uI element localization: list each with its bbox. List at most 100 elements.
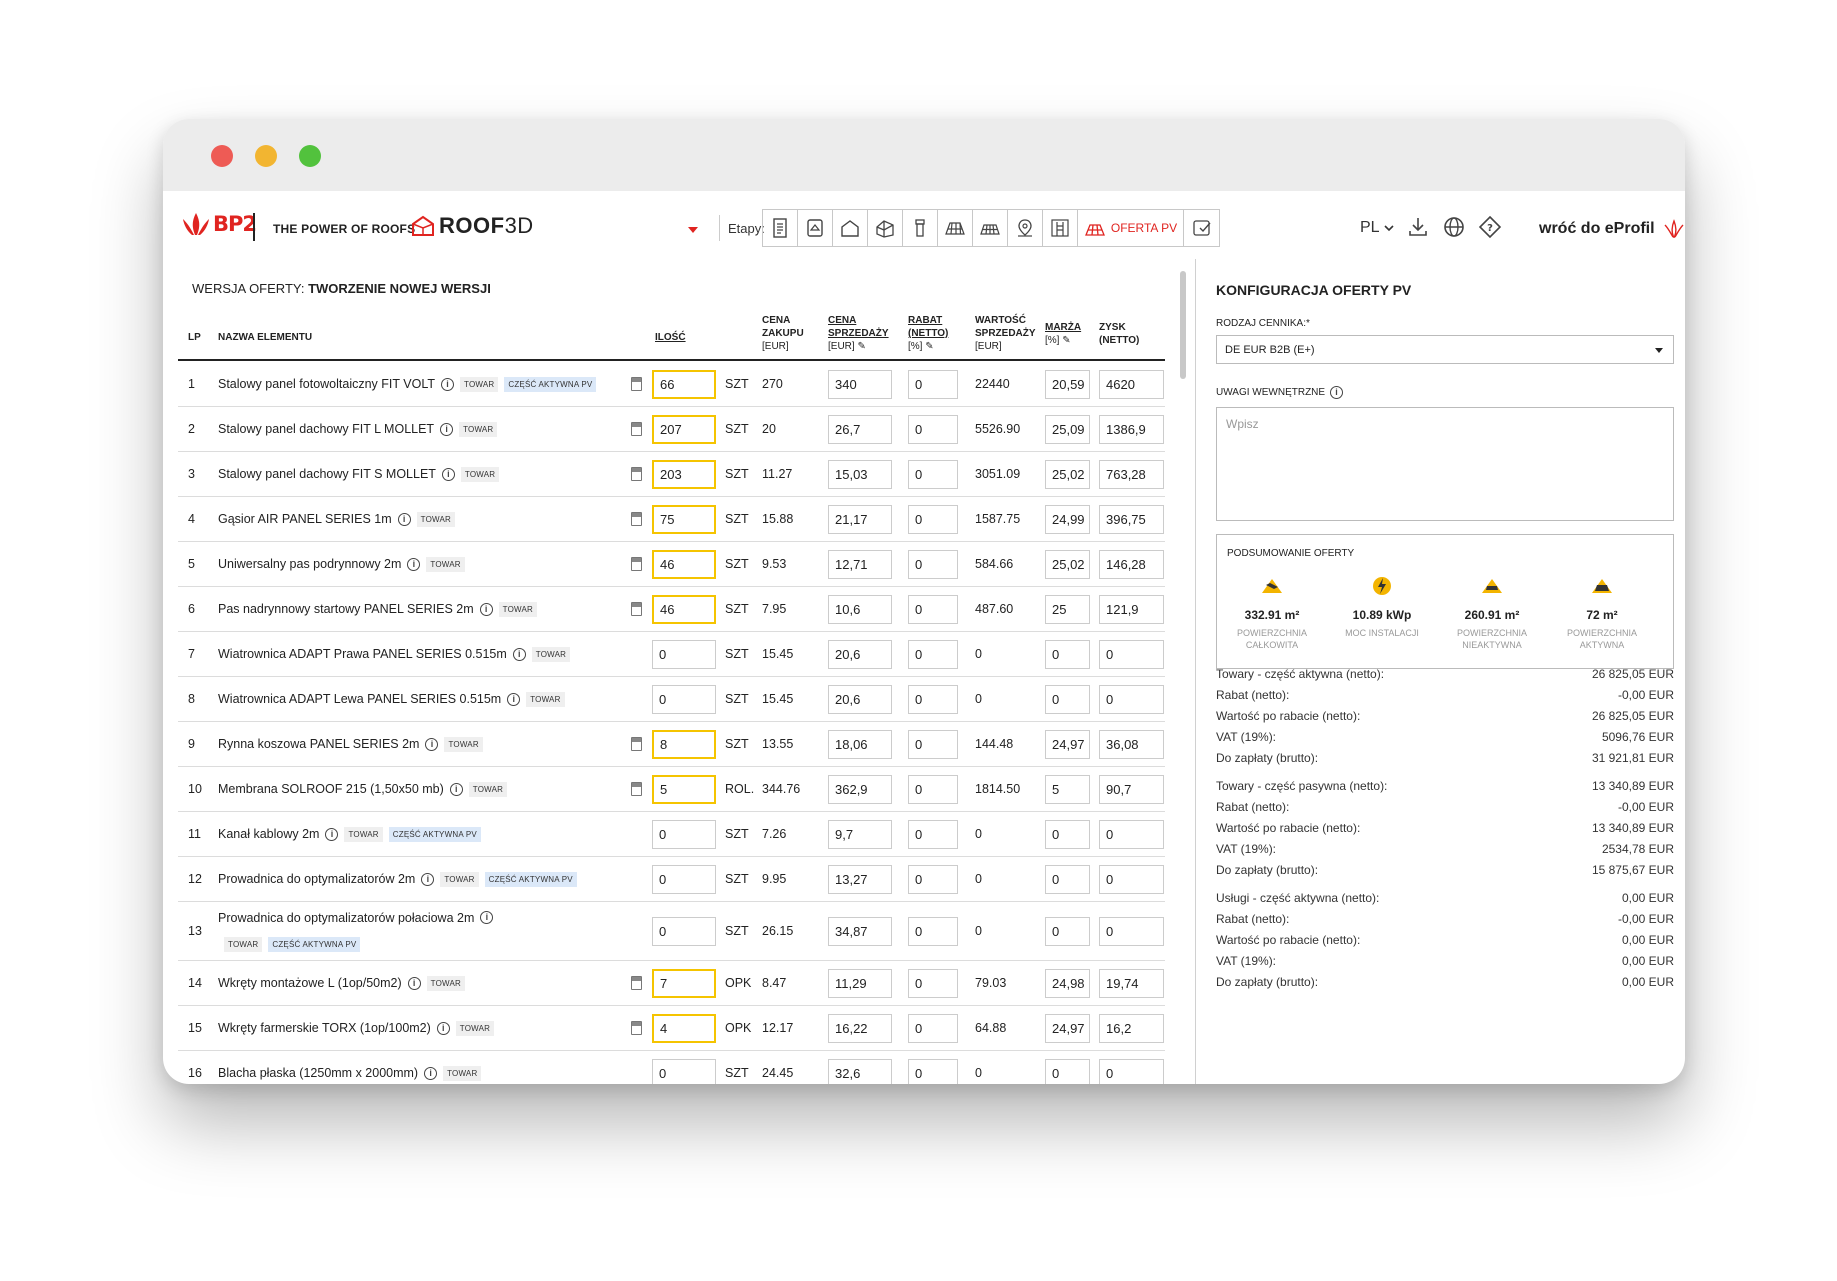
profit-input[interactable]: 0 <box>1099 864 1164 894</box>
col-discount[interactable]: RABAT (NETTO) [%] ✎ <box>908 314 948 353</box>
quantity-input[interactable]: 7 <box>652 968 716 998</box>
sale-price-input[interactable]: 21,17 <box>828 504 892 534</box>
table-scrollbar[interactable] <box>1179 259 1187 1084</box>
margin-input[interactable]: 0 <box>1045 1058 1090 1084</box>
quantity-input[interactable]: 0 <box>652 864 716 894</box>
sale-price-input[interactable]: 12,71 <box>828 549 892 579</box>
margin-input[interactable]: 25,02 <box>1045 459 1090 489</box>
stage-checklist-button[interactable] <box>1184 210 1219 246</box>
margin-input[interactable]: 0 <box>1045 916 1090 946</box>
sale-price-input[interactable]: 18,06 <box>828 729 892 759</box>
info-icon[interactable]: i <box>425 737 439 751</box>
discount-input[interactable]: 0 <box>908 1013 958 1043</box>
discount-input[interactable]: 0 <box>908 414 958 444</box>
discount-input[interactable]: 0 <box>908 819 958 849</box>
sale-price-input[interactable]: 10,6 <box>828 594 892 624</box>
sale-price-input[interactable]: 9,7 <box>828 819 892 849</box>
discount-input[interactable]: 0 <box>908 968 958 998</box>
margin-input[interactable]: 0 <box>1045 639 1090 669</box>
info-icon[interactable]: i <box>421 872 435 886</box>
info-icon[interactable]: i <box>325 827 339 841</box>
info-icon[interactable]: i <box>449 782 463 796</box>
profit-input[interactable]: 0 <box>1099 684 1164 714</box>
close-window-button[interactable] <box>211 145 233 167</box>
info-icon[interactable]: i <box>480 911 494 924</box>
quantity-input[interactable]: 46 <box>652 549 716 579</box>
sale-price-input[interactable]: 20,6 <box>828 639 892 669</box>
sale-price-input[interactable]: 11,29 <box>828 968 892 998</box>
discount-input[interactable]: 0 <box>908 549 958 579</box>
sale-price-input[interactable]: 16,22 <box>828 1013 892 1043</box>
calculator-icon[interactable] <box>631 377 642 391</box>
download-icon[interactable] <box>1406 215 1430 239</box>
stage-pv-panels-button[interactable] <box>973 210 1008 246</box>
calculator-icon[interactable] <box>631 602 642 616</box>
profit-input[interactable]: 146,28 <box>1099 549 1164 579</box>
globe-icon[interactable] <box>1442 215 1466 239</box>
bp2-logo[interactable]: BP2 <box>181 211 257 237</box>
discount-input[interactable]: 0 <box>908 864 958 894</box>
margin-input[interactable]: 24,98 <box>1045 968 1090 998</box>
info-icon[interactable]: i <box>441 467 455 481</box>
info-icon[interactable]: i <box>507 692 521 706</box>
profit-input[interactable]: 763,28 <box>1099 459 1164 489</box>
info-icon[interactable]: i <box>424 1066 438 1080</box>
quantity-input[interactable]: 0 <box>652 639 716 669</box>
col-qty[interactable]: ILOŚĆ <box>655 331 686 344</box>
discount-input[interactable]: 0 <box>908 1058 958 1084</box>
margin-input[interactable]: 5 <box>1045 774 1090 804</box>
discount-input[interactable]: 0 <box>908 459 958 489</box>
profit-input[interactable]: 121,9 <box>1099 594 1164 624</box>
maximize-window-button[interactable] <box>299 145 321 167</box>
stage-house-outline-button[interactable] <box>833 210 868 246</box>
profit-input[interactable]: 0 <box>1099 916 1164 946</box>
profit-input[interactable]: 4620 <box>1099 369 1164 399</box>
calculator-icon[interactable] <box>631 737 642 751</box>
quantity-input[interactable]: 8 <box>652 729 716 759</box>
profit-input[interactable]: 396,75 <box>1099 504 1164 534</box>
calculator-icon[interactable] <box>631 1021 642 1035</box>
calculator-icon[interactable] <box>631 512 642 526</box>
info-icon[interactable]: i <box>441 377 454 391</box>
info-icon[interactable]: i <box>436 1021 450 1035</box>
profit-input[interactable]: 1386,9 <box>1099 414 1164 444</box>
quantity-input[interactable]: 0 <box>652 819 716 849</box>
stage-pv-offer-button[interactable]: OFERTA PV <box>1078 210 1184 246</box>
profit-input[interactable]: 16,2 <box>1099 1013 1164 1043</box>
discount-input[interactable]: 0 <box>908 729 958 759</box>
sale-price-input[interactable]: 32,6 <box>828 1058 892 1084</box>
quantity-input[interactable]: 46 <box>652 594 716 624</box>
margin-input[interactable]: 0 <box>1045 864 1090 894</box>
profit-input[interactable]: 90,7 <box>1099 774 1164 804</box>
quantity-input[interactable]: 0 <box>652 916 716 946</box>
sale-price-input[interactable]: 26,7 <box>828 414 892 444</box>
calculator-icon[interactable] <box>631 782 642 796</box>
stage-document-button[interactable] <box>763 210 798 246</box>
stage-roof-panels-button[interactable] <box>938 210 973 246</box>
margin-input[interactable]: 25 <box>1045 594 1090 624</box>
sale-price-input[interactable]: 13,27 <box>828 864 892 894</box>
stage-house-3d-button[interactable] <box>868 210 903 246</box>
margin-input[interactable]: 24,97 <box>1045 1013 1090 1043</box>
calculator-icon[interactable] <box>631 422 642 436</box>
stage-ladder-button[interactable] <box>1043 210 1078 246</box>
discount-input[interactable]: 0 <box>908 774 958 804</box>
quantity-input[interactable]: 4 <box>652 1013 716 1043</box>
margin-input[interactable]: 25,09 <box>1045 414 1090 444</box>
discount-input[interactable]: 0 <box>908 639 958 669</box>
discount-input[interactable]: 0 <box>908 916 958 946</box>
calculator-icon[interactable] <box>631 467 642 481</box>
col-sell-price[interactable]: CENA SPRZEDAŻY [EUR] ✎ <box>828 314 889 353</box>
project-dropdown-chevron-icon[interactable] <box>688 227 698 233</box>
help-icon[interactable]: ? <box>1478 215 1502 239</box>
sale-price-input[interactable]: 340 <box>828 369 892 399</box>
sale-price-input[interactable]: 362,9 <box>828 774 892 804</box>
info-icon[interactable]: i <box>407 557 421 571</box>
quantity-input[interactable]: 75 <box>652 504 716 534</box>
margin-input[interactable]: 20,59 <box>1045 369 1090 399</box>
stage-location-button[interactable] <box>1008 210 1043 246</box>
back-to-eprofil-link[interactable]: wróć do eProfil <box>1539 219 1685 239</box>
quantity-input[interactable]: 66 <box>652 369 716 399</box>
margin-input[interactable]: 25,02 <box>1045 549 1090 579</box>
quantity-input[interactable]: 207 <box>652 414 716 444</box>
